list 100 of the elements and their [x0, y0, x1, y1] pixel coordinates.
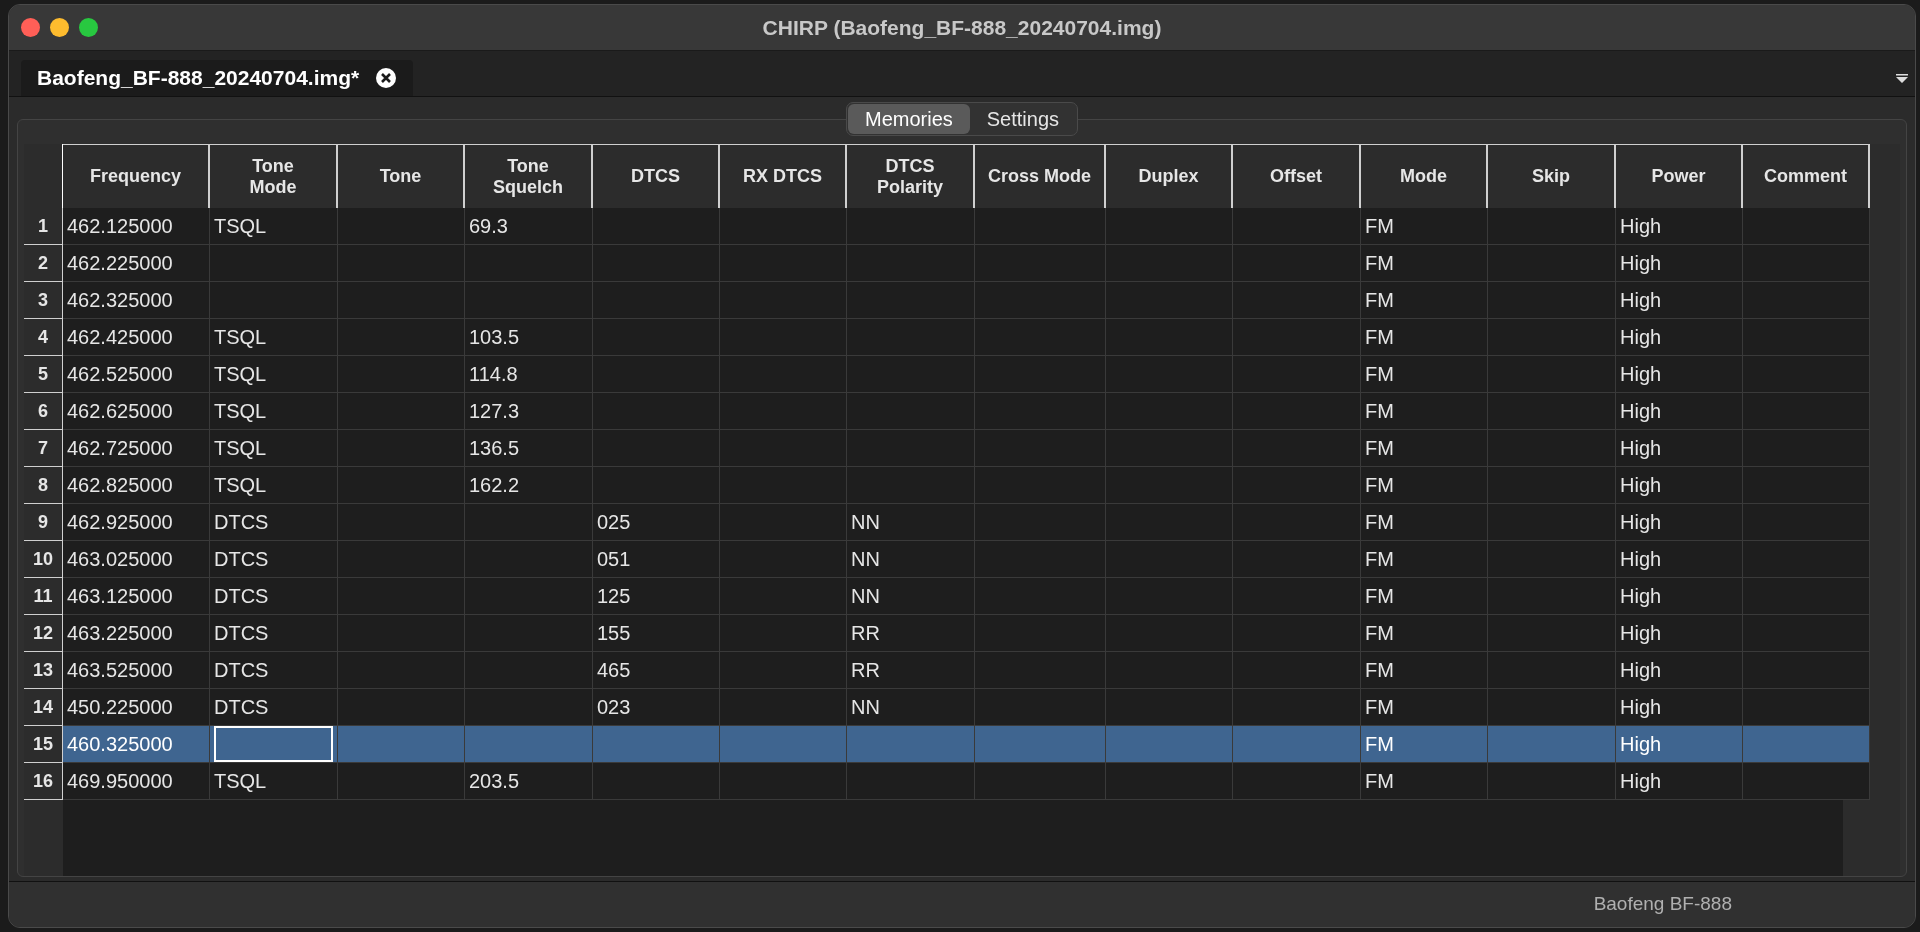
table-cell: NN: [847, 578, 975, 615]
row-number[interactable]: 5: [24, 356, 63, 393]
table-row[interactable]: 4 462.425000 TSQL 103.5 FM High: [24, 319, 1900, 356]
table-row[interactable]: 3 462.325000 FM High: [24, 282, 1900, 319]
table-cell: RR: [847, 652, 975, 689]
table-cell: 465: [593, 652, 720, 689]
table-row[interactable]: 11 463.125000 DTCS 125 NN FM High: [24, 578, 1900, 615]
column-header[interactable]: DTCS Polarity: [847, 144, 975, 208]
table-cell: 114.8: [465, 356, 593, 393]
column-header[interactable]: Tone Mode: [210, 144, 338, 208]
table-row[interactable]: 9 462.925000 DTCS 025 NN FM High: [24, 504, 1900, 541]
table-cell: High: [1616, 319, 1743, 356]
table-cell: 462.125000: [63, 208, 210, 245]
table-cell: High: [1616, 763, 1743, 800]
row-number[interactable]: 8: [24, 467, 63, 504]
row-number[interactable]: 16: [24, 763, 63, 800]
dropdown-caret-icon[interactable]: [1895, 72, 1909, 84]
table-cell: FM: [1361, 356, 1488, 393]
table-cell: DTCS: [210, 578, 338, 615]
column-header[interactable]: DTCS: [593, 144, 720, 208]
table-row[interactable]: 15 460.325000 FM High: [24, 726, 1900, 763]
table-row[interactable]: 7 462.725000 TSQL 136.5 FM High: [24, 430, 1900, 467]
table-cell: 136.5: [465, 430, 593, 467]
table-cell: High: [1616, 208, 1743, 245]
table-cell: 103.5: [465, 319, 593, 356]
table-cell: High: [1616, 689, 1743, 726]
table-cell: 462.525000: [63, 356, 210, 393]
table-cell: High: [1616, 615, 1743, 652]
row-number[interactable]: 2: [24, 245, 63, 282]
row-number[interactable]: 3: [24, 282, 63, 319]
close-tab-icon[interactable]: [375, 67, 398, 89]
column-header[interactable]: Cross Mode: [975, 144, 1106, 208]
table-cell: FM: [1361, 282, 1488, 319]
table-cell: High: [1616, 245, 1743, 282]
table-row[interactable]: 6 462.625000 TSQL 127.3 FM High: [24, 393, 1900, 430]
table-row[interactable]: 5 462.525000 TSQL 114.8 FM High: [24, 356, 1900, 393]
table-cell: 025: [593, 504, 720, 541]
table-row[interactable]: 16 469.950000 TSQL 203.5 FM High: [24, 763, 1900, 800]
table-cell: 463.225000: [63, 615, 210, 652]
table-cell: DTCS: [210, 541, 338, 578]
table-cell: DTCS: [210, 504, 338, 541]
table-cell: 462.225000: [63, 245, 210, 282]
row-number[interactable]: 11: [24, 578, 63, 615]
table-cell: FM: [1361, 467, 1488, 504]
table-cell: FM: [1361, 726, 1488, 763]
row-number[interactable]: 15: [24, 726, 63, 763]
column-header[interactable]: Comment: [1743, 144, 1870, 208]
table-cell: High: [1616, 726, 1743, 763]
table-cell: FM: [1361, 541, 1488, 578]
table-cell: 463.125000: [63, 578, 210, 615]
table-cell: 462.425000: [63, 319, 210, 356]
table-cell: High: [1616, 652, 1743, 689]
column-header[interactable]: Tone Squelch: [465, 144, 593, 208]
table-cell: 69.3: [465, 208, 593, 245]
tab[interactable]: Memories: [847, 104, 970, 134]
table-cell: High: [1616, 467, 1743, 504]
tab[interactable]: Settings: [969, 104, 1077, 134]
row-number[interactable]: 10: [24, 541, 63, 578]
column-header[interactable]: Duplex: [1106, 144, 1233, 208]
row-number[interactable]: 13: [24, 652, 63, 689]
table-cell: 162.2: [465, 467, 593, 504]
column-header[interactable]: Skip: [1488, 144, 1616, 208]
table-cell: 460.325000: [63, 726, 210, 763]
row-number[interactable]: 6: [24, 393, 63, 430]
table-row[interactable]: 8 462.825000 TSQL 162.2 FM High: [24, 467, 1900, 504]
window-title: CHIRP (Baofeng_BF-888_20240704.img): [762, 14, 1162, 41]
table-cell: High: [1616, 541, 1743, 578]
row-number[interactable]: 4: [24, 319, 63, 356]
table-cell: TSQL: [210, 393, 338, 430]
table-cell: FM: [1361, 763, 1488, 800]
column-header[interactable]: RX DTCS: [720, 144, 847, 208]
column-header[interactable]: Offset: [1233, 144, 1361, 208]
table-row[interactable]: 1 462.125000 TSQL 69.3 FM High: [24, 208, 1900, 245]
table-row[interactable]: 12 463.225000 DTCS 155 RR FM High: [24, 615, 1900, 652]
row-number[interactable]: 12: [24, 615, 63, 652]
file-tab[interactable]: Baofeng_BF-888_20240704.img*: [21, 60, 414, 96]
table-row[interactable]: 13 463.525000 DTCS 465 RR FM High: [24, 652, 1900, 689]
table-cell: RR: [847, 615, 975, 652]
row-number[interactable]: 9: [24, 504, 63, 541]
close-window-icon[interactable]: [21, 18, 40, 37]
table-cell: FM: [1361, 689, 1488, 726]
table-cell: DTCS: [210, 615, 338, 652]
column-header[interactable]: Frequency: [63, 144, 210, 208]
minimize-window-icon[interactable]: [50, 18, 69, 37]
row-number[interactable]: 1: [24, 208, 63, 245]
table-cell: High: [1616, 504, 1743, 541]
table-row[interactable]: 2 462.225000 FM High: [24, 245, 1900, 282]
zoom-window-icon[interactable]: [79, 18, 98, 37]
table-row[interactable]: 14 450.225000 DTCS 023 NN FM High: [24, 689, 1900, 726]
row-number[interactable]: 14: [24, 689, 63, 726]
column-header[interactable]: Mode: [1361, 144, 1488, 208]
table-cell: 125: [593, 578, 720, 615]
column-header[interactable]: Tone: [338, 144, 465, 208]
file-tab-label: Baofeng_BF-888_20240704.img*: [37, 65, 360, 92]
column-header[interactable]: Power: [1616, 144, 1743, 208]
table-row[interactable]: 10 463.025000 DTCS 051 NN FM High: [24, 541, 1900, 578]
table-cell: NN: [847, 541, 975, 578]
table-cell: NN: [847, 504, 975, 541]
row-number[interactable]: 7: [24, 430, 63, 467]
table-cell: 463.025000: [63, 541, 210, 578]
